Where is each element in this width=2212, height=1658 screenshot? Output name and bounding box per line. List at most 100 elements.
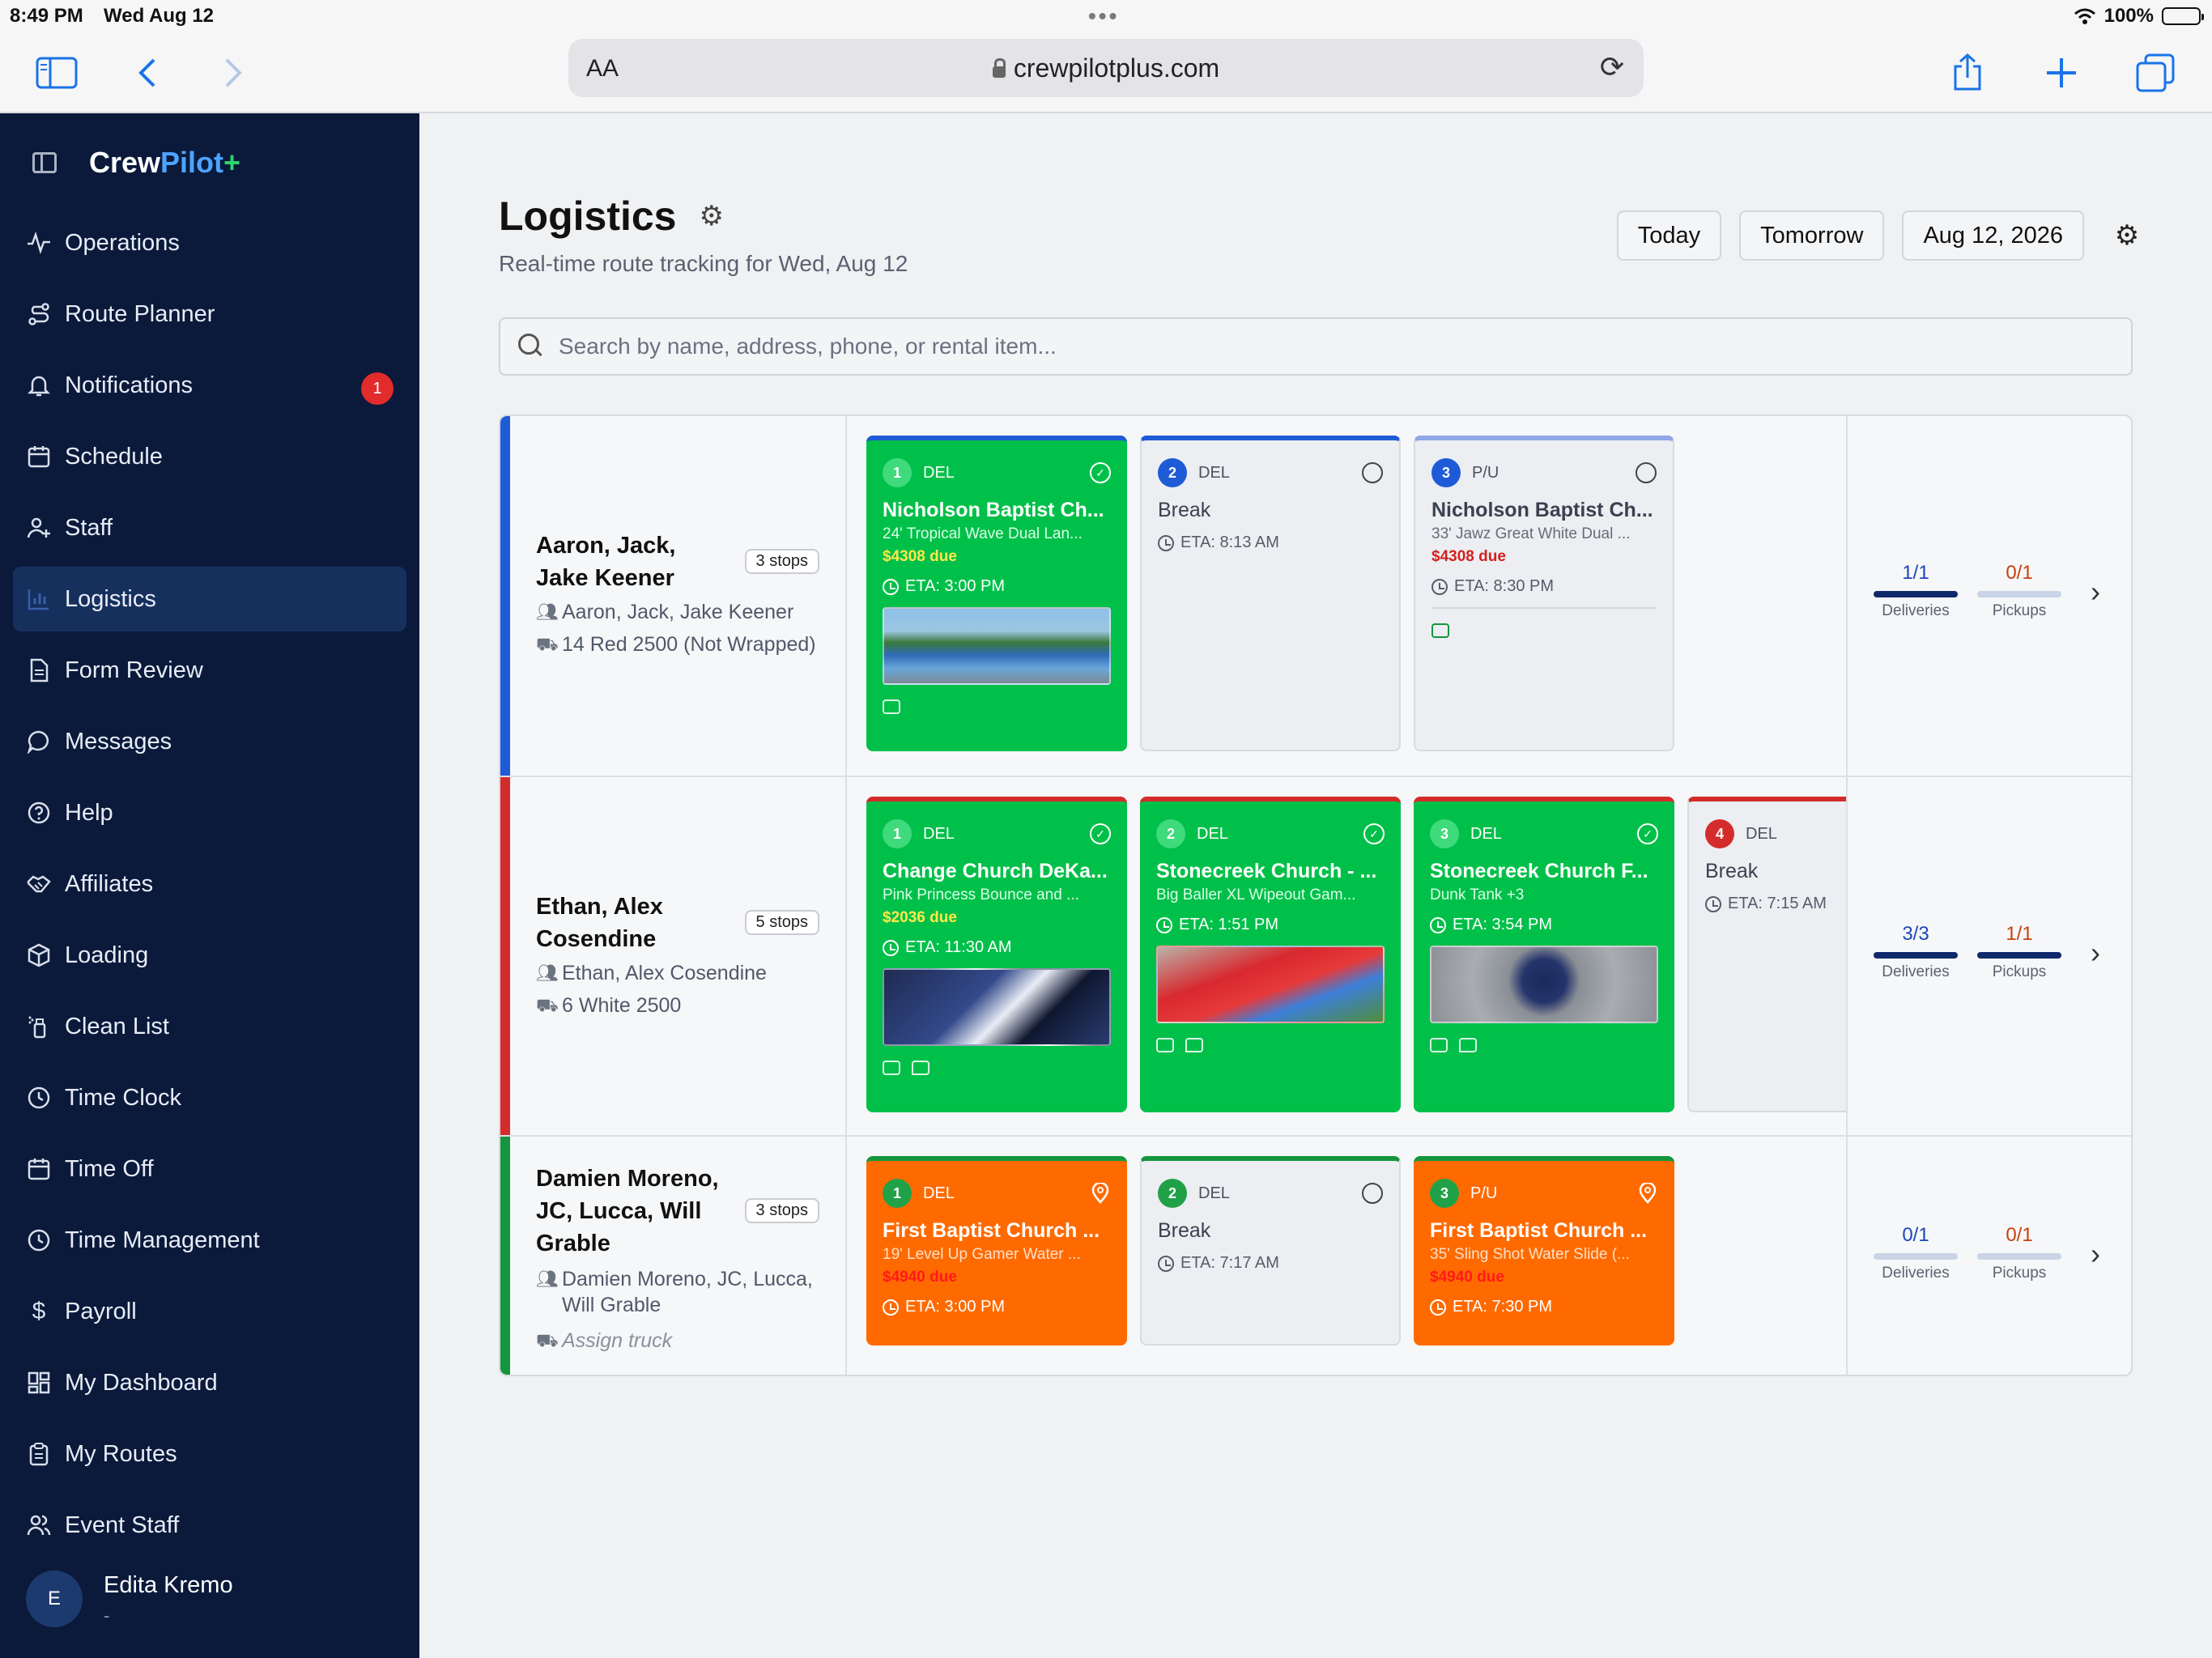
amount-due: $4940 due [883,1269,957,1286]
truck-assignment[interactable]: ⛟ Assign truck [536,1328,827,1354]
stop-eta: ETA: 3:00 PM [905,577,1006,595]
crew-members: 👥︎ Damien Moreno, JC, Lucca, Will Grable [536,1268,813,1316]
sidebar-item-time-clock[interactable]: Time Clock [13,1065,406,1130]
stop-type: DEL [1198,463,1230,482]
route-row[interactable]: Damien Moreno, JC, Lucca, Will Grable 3 … [500,1137,2131,1375]
sidebar-item-operations[interactable]: Operations [13,210,406,275]
sidebar-toggle-icon[interactable] [32,49,81,97]
stop-card[interactable]: 1 DEL ✓ Nicholson Baptist Ch... 24' Tropic… [866,436,1127,751]
browser-toolbar: AA crewpilotplus.com ⟳ [0,32,2212,113]
sidebar-item-staff[interactable]: Staff [13,495,406,560]
settings-gear-icon[interactable]: ⚙ [699,200,723,232]
stop-eta: ETA: 11:30 AM [905,938,1012,956]
search-input[interactable] [559,329,2097,364]
stop-photo[interactable] [883,968,1111,1046]
clipboard-icon [26,1441,52,1467]
sidebar-item-route-planner[interactable]: Route Planner [13,282,406,346]
address-bar[interactable]: AA crewpilotplus.com ⟳ [568,39,1644,97]
sidebar-item-clean-list[interactable]: Clean List [13,994,406,1059]
clock-icon [1156,916,1172,933]
reload-icon[interactable]: ⟳ [1600,50,1624,84]
notification-count-badge: 1 [361,372,393,405]
pending-circle-icon [1362,462,1383,483]
settings-gear-icon[interactable]: ⚙ [2102,210,2152,261]
stop-card[interactable]: 3 DEL ✓ Stonecreek Church F... Dunk Tank +… [1414,797,1674,1112]
stop-type: DEL [1197,824,1228,843]
route-color-stripe [500,416,510,776]
stop-title: Change Church DeKa... [883,860,1108,882]
sidebar-item-payroll[interactable]: $ Payroll [13,1279,406,1344]
stop-photo[interactable] [883,607,1111,685]
share-icon[interactable] [1943,49,1992,97]
user-plus-icon [26,515,52,541]
comment-icon[interactable] [1185,1038,1203,1052]
brand-logo[interactable]: CrewPilot+ [89,146,240,180]
comment-icon[interactable] [912,1061,929,1075]
route-row[interactable]: Ethan, Alex Cosendine 5 stops 👥︎ Ethan, A… [500,777,2131,1137]
stop-card[interactable]: 1 DEL First Baptist Church ... 19' Level … [866,1156,1127,1346]
comment-icon[interactable] [1459,1038,1477,1052]
new-tab-icon[interactable] [2037,49,2086,97]
back-icon[interactable] [123,49,172,97]
stop-card[interactable]: 4 DEL Break ETA: 7:15 AM [1687,797,1846,1112]
camera-icon[interactable] [1430,1038,1448,1052]
chevron-right-icon[interactable]: › [2091,575,2100,609]
chevron-right-icon[interactable]: › [2091,1237,2100,1271]
collapse-sidebar-icon[interactable] [32,152,57,173]
clock-icon [883,939,899,956]
multitasking-dots-icon[interactable]: ••• [1088,3,1119,29]
truck-assignment[interactable]: ⛟ 6 White 2500 [536,993,827,1018]
deliveries-stat: 0/1 Deliveries [1874,1224,1958,1282]
box-icon [26,942,52,968]
stop-count-badge: 3 stops [744,549,819,574]
users-icon: 👥︎ [536,602,559,622]
stop-eta: ETA: 7:17 AM [1180,1254,1279,1272]
stop-card[interactable]: 2 DEL Break ETA: 7:17 AM [1140,1156,1401,1346]
stop-photo[interactable] [1156,946,1385,1023]
route-row[interactable]: Aaron, Jack, Jake Keener 3 stops 👥︎ Aaron… [500,416,2131,777]
url-text[interactable]: crewpilotplus.com [1014,53,1219,83]
user-profile[interactable]: E Edita Kremo - [26,1571,233,1627]
tabs-overview-icon[interactable] [2131,49,2180,97]
sidebar-item-help[interactable]: Help [13,780,406,845]
clock-icon [883,1299,899,1316]
bar-chart-icon [26,586,52,612]
sidebar-item-messages[interactable]: Messages [13,709,406,774]
route-crew-info: Ethan, Alex Cosendine 5 stops 👥︎ Ethan, A… [510,777,847,1135]
calendar-icon [26,1156,52,1182]
camera-icon[interactable] [1431,623,1449,638]
camera-icon[interactable] [883,1061,900,1075]
amount-due: $4940 due [1430,1269,1504,1286]
stop-card[interactable]: 3 P/U First Baptist Church ... 35' Sling … [1414,1156,1674,1346]
sidebar-item-event-staff[interactable]: Event Staff [13,1493,406,1558]
stop-card[interactable]: 1 DEL ✓ Change Church DeKa... Pink Princes… [866,797,1127,1112]
stop-photo[interactable] [1430,946,1658,1023]
tomorrow-button[interactable]: Tomorrow [1739,210,1885,261]
sidebar-item-schedule[interactable]: Schedule [13,424,406,489]
today-button[interactable]: Today [1616,210,1722,261]
camera-icon[interactable] [1156,1038,1174,1052]
check-circle-icon: ✓ [1090,823,1111,844]
sidebar-item-time-management[interactable]: Time Management [13,1208,406,1273]
date-picker-button[interactable]: Aug 12, 2026 [1902,210,2084,261]
stop-card[interactable]: 3 P/U Nicholson Baptist Ch... 33' Jawz Gr… [1414,436,1674,751]
stop-eta: ETA: 8:30 PM [1454,577,1555,595]
sidebar-item-time-off[interactable]: Time Off [13,1137,406,1201]
sidebar-item-form-review[interactable]: Form Review [13,638,406,703]
truck-assignment[interactable]: ⛟ 14 Red 2500 (Not Wrapped) [536,631,827,657]
clock-icon [1430,1299,1446,1316]
sidebar-item-notifications[interactable]: Notifications 1 [13,353,406,418]
sidebar-item-affiliates[interactable]: Affiliates [13,852,406,916]
camera-icon[interactable] [883,699,900,714]
truck-icon: ⛟ [536,634,559,654]
sidebar-item-loading[interactable]: Loading [13,923,406,988]
sidebar-item-my-routes[interactable]: My Routes [13,1422,406,1486]
forward-icon[interactable] [209,49,257,97]
sidebar-item-logistics[interactable]: Logistics [13,567,406,631]
stop-card[interactable]: 2 DEL ✓ Stonecreek Church - ... Big Baller… [1140,797,1401,1112]
pickups-stat: 1/1 Pickups [1977,923,2061,981]
sidebar-item-my-dashboard[interactable]: My Dashboard [13,1350,406,1415]
calendar-icon [26,444,52,470]
stop-card[interactable]: 2 DEL Break ETA: 8:13 AM [1140,436,1401,751]
chevron-right-icon[interactable]: › [2091,936,2100,970]
